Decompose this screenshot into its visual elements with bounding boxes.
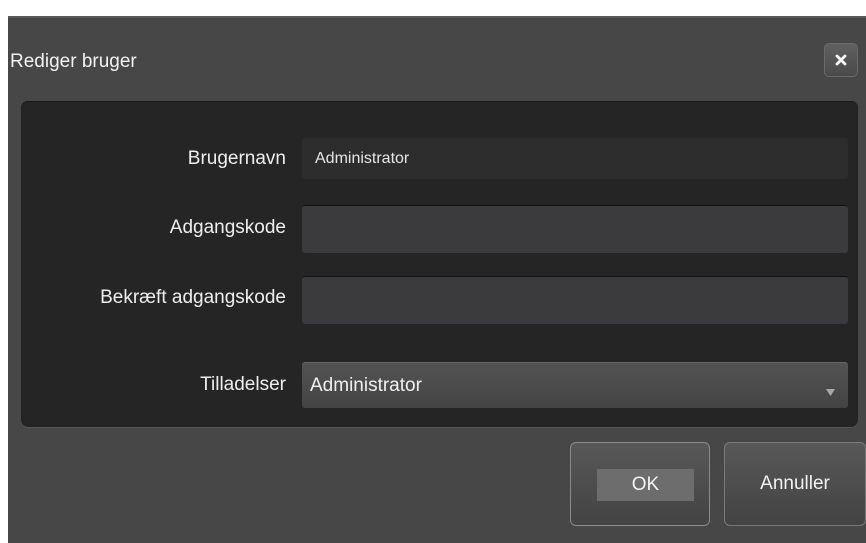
username-field: Administrator xyxy=(302,138,848,179)
permissions-selected-value: Administrator xyxy=(310,375,422,396)
password-input[interactable] xyxy=(302,205,848,253)
dialog-title: Rediger bruger xyxy=(10,51,137,72)
confirm-password-label: Bekræft adgangskode xyxy=(100,287,286,308)
chevron-down-icon xyxy=(826,383,835,401)
permissions-label: Tilladelser xyxy=(200,374,286,395)
close-button[interactable] xyxy=(824,43,858,77)
ok-button-label: OK xyxy=(597,469,694,501)
permissions-select[interactable]: Administrator xyxy=(302,362,848,408)
dialog-top-border xyxy=(8,16,866,18)
form-panel: Brugernavn Administrator Adgangskode Bek… xyxy=(21,101,858,427)
cancel-button-label: Annuller xyxy=(760,473,830,494)
ok-button[interactable]: OK xyxy=(570,442,710,526)
close-icon xyxy=(834,53,848,67)
username-label: Brugernavn xyxy=(187,148,286,169)
password-label: Adgangskode xyxy=(169,217,286,238)
cancel-button[interactable]: Annuller xyxy=(724,442,866,526)
edit-user-dialog: Rediger bruger Brugernavn Administrator … xyxy=(8,16,866,543)
confirm-password-input[interactable] xyxy=(302,276,848,324)
